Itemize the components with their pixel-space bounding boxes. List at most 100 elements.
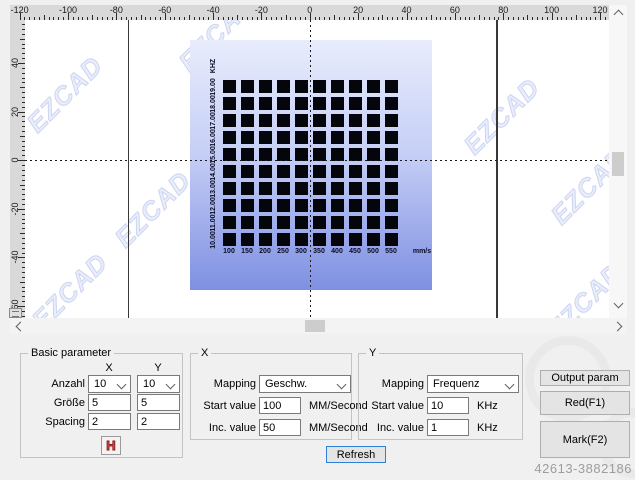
grid-square	[277, 97, 290, 110]
workfield-left-border	[128, 20, 129, 318]
grid-square	[313, 114, 326, 127]
grid-square	[367, 97, 380, 110]
x-inc-value-label: Inc. value	[191, 422, 256, 434]
grid-square	[295, 216, 308, 229]
basic-parameter-title: Basic parameter	[28, 347, 114, 359]
canvas-corner-icon[interactable]	[9, 308, 22, 318]
grid-square	[349, 131, 362, 144]
y-group-title: Y	[366, 347, 379, 359]
grid-square	[385, 97, 398, 110]
x-group-title: X	[198, 347, 211, 359]
grid-square	[349, 165, 362, 178]
grid-square	[385, 182, 398, 195]
crosshair-vertical	[310, 20, 311, 318]
y-start-value-field[interactable]	[427, 397, 469, 414]
grid-square	[277, 216, 290, 229]
anzahl-x-value: 10	[94, 378, 106, 390]
grid-square	[223, 216, 236, 229]
grid-square	[385, 165, 398, 178]
refresh-button[interactable]: Refresh	[326, 446, 386, 463]
grid-square	[349, 114, 362, 127]
horizontal-scrollbar[interactable]	[10, 318, 627, 334]
groesse-y-field[interactable]	[137, 394, 180, 411]
grid-square	[295, 114, 308, 127]
y-mapping-select[interactable]: Frequenz	[427, 375, 519, 393]
grid-x-unit-label: mm/s	[407, 248, 437, 255]
red-f1-button[interactable]: Red(F1)	[540, 391, 630, 415]
hatch-icon[interactable]: H	[101, 436, 121, 455]
grid-square	[241, 216, 254, 229]
anzahl-y-select[interactable]: 10	[137, 375, 180, 393]
vertical-scroll-thumb[interactable]	[612, 152, 624, 176]
grid-square	[385, 199, 398, 212]
grid-square	[313, 80, 326, 93]
grid-square	[367, 233, 380, 246]
drawing-canvas[interactable]: EZCADEZCADEZCADEZCADEZCADEZCADEZCAD19.00…	[25, 20, 609, 318]
x-start-value-field[interactable]	[259, 397, 301, 414]
grid-square	[313, 97, 326, 110]
ezcad-param-window: -120-100-80-60-40-20020406080100120 4020…	[0, 0, 635, 480]
x-mapping-select[interactable]: Geschw.	[259, 375, 351, 393]
grid-square	[331, 97, 344, 110]
grid-square	[277, 80, 290, 93]
grid-square	[331, 182, 344, 195]
grid-square	[295, 199, 308, 212]
ruler-label: 0	[10, 145, 20, 175]
x-inc-value-field[interactable]	[259, 419, 301, 436]
x-mapping-label: Mapping	[191, 378, 256, 390]
grid-square	[331, 233, 344, 246]
grid-square	[223, 131, 236, 144]
grid-square	[223, 182, 236, 195]
ruler-label: -20	[10, 194, 20, 224]
grid-square	[313, 233, 326, 246]
grid-square	[367, 165, 380, 178]
scroll-right-icon[interactable]	[611, 320, 623, 332]
grid-square	[331, 216, 344, 229]
watermark-ezcad: EZCAD	[25, 242, 120, 318]
watermark-ezcad: EZCAD	[452, 67, 552, 167]
grid-square	[259, 165, 272, 178]
grid-square	[349, 216, 362, 229]
grid-square	[331, 131, 344, 144]
grid-square	[367, 131, 380, 144]
grid-square	[295, 182, 308, 195]
grid-square	[295, 165, 308, 178]
grid-square	[259, 80, 272, 93]
ruler-label: -120	[10, 5, 40, 15]
y-parameter-group: Y Mapping Frequenz Start value KHz Inc. …	[358, 353, 523, 440]
scroll-left-icon[interactable]	[14, 320, 26, 332]
grid-square	[295, 131, 308, 144]
grid-square	[349, 80, 362, 93]
grid-square	[241, 114, 254, 127]
anzahl-x-select[interactable]: 10	[88, 375, 131, 393]
output-param-button[interactable]: Output param	[540, 370, 630, 386]
grid-square	[385, 114, 398, 127]
grid-square	[367, 199, 380, 212]
vertical-scrollbar[interactable]	[609, 5, 627, 318]
y-inc-value-field[interactable]	[427, 419, 469, 436]
grid-square	[259, 114, 272, 127]
crosshair-horizontal	[25, 160, 609, 161]
spacing-y-field[interactable]	[137, 413, 180, 430]
scroll-up-icon[interactable]	[612, 8, 624, 20]
grid-square	[241, 182, 254, 195]
column-header-x: X	[99, 362, 119, 374]
grid-square	[259, 233, 272, 246]
scroll-down-icon[interactable]	[612, 297, 624, 309]
grid-square	[313, 216, 326, 229]
spacing-x-field[interactable]	[88, 413, 131, 430]
grid-square	[295, 233, 308, 246]
grid-square	[367, 216, 380, 229]
grid-square	[331, 114, 344, 127]
ruler-label: 20	[338, 5, 378, 15]
x-mapping-value: Geschw.	[265, 378, 307, 390]
grid-square	[277, 233, 290, 246]
groesse-label: Größe	[21, 397, 85, 409]
grid-square	[277, 199, 290, 212]
groesse-x-field[interactable]	[88, 394, 131, 411]
mark-f2-button[interactable]: Mark(F2)	[540, 421, 630, 458]
grid-square	[349, 97, 362, 110]
grid-square	[367, 182, 380, 195]
horizontal-scroll-thumb[interactable]	[305, 320, 325, 332]
grid-square	[385, 216, 398, 229]
